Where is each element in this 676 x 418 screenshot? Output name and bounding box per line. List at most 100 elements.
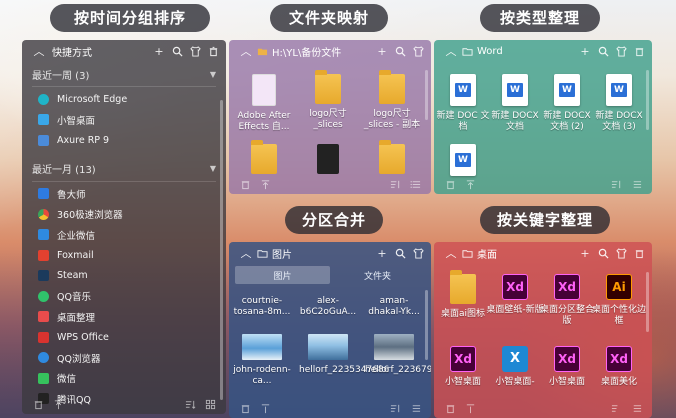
item-label: QQ音乐 [57,292,91,304]
search-icon[interactable] [170,44,184,58]
sort-icon[interactable] [609,177,623,191]
scrollbar[interactable] [425,290,428,360]
pin-icon[interactable] [463,177,477,191]
file-tile[interactable]: X 小智桌面- [486,346,544,388]
pictures-header[interactable]: ︿ 图片 + [229,242,431,264]
list-item[interactable]: 桌面整理 [22,307,226,328]
list-item[interactable]: 小智桌面 [22,110,226,131]
shirt-icon[interactable] [614,246,628,260]
file-tile[interactable]: logo尺寸_slices - 副本 [363,70,421,131]
trash-icon[interactable] [238,177,252,191]
list-view-icon[interactable] [408,177,422,191]
pictures-fence[interactable]: ︿ 图片 + 图片 文件夹 courtnie-tosana-8m... alex… [229,242,431,418]
search-icon[interactable] [393,44,407,58]
desktop-keyword-fence[interactable]: ︿ 桌面 + 桌面ai图标 Xd 桌面壁纸-新版 Xd 桌面分区整合版 Ai 桌面个性… [434,242,652,418]
tab-pictures[interactable]: 图片 [235,266,330,284]
pin-icon[interactable] [463,401,477,415]
image-tile[interactable]: courtnie-tosana-8m... [233,296,291,318]
search-icon[interactable] [596,246,610,260]
file-tile[interactable]: Xd 小智桌面 [538,346,596,388]
list-item[interactable]: 企业微信 [22,225,226,246]
tab-folders[interactable]: 文件夹 [330,266,425,284]
shirt-icon[interactable] [411,246,425,260]
collapse-icon[interactable]: ︿ [32,44,46,58]
list-item[interactable]: WPS Office [22,327,226,348]
file-tile[interactable]: Xd 桌面壁纸-新版 [486,274,544,316]
sort-icon[interactable] [183,397,197,411]
file-tile[interactable]: W 新建 DOC 文档 [434,74,492,133]
grid-view-icon[interactable] [203,397,217,411]
scrollbar[interactable] [425,70,428,120]
list-view-icon[interactable] [408,401,422,415]
folder-map-fence[interactable]: ︿ H:\YL\备份文件 + Adobe After Effects 自... … [229,40,431,194]
list-item[interactable]: 鲁大师 [22,184,226,205]
list-view-icon[interactable] [629,177,643,191]
list-item[interactable]: 360极速浏览器 [22,204,226,225]
word-fence[interactable]: ︿ Word + W 新建 DOC 文档 W 新建 DOCX 文档 W 新建 DOCX… [434,40,652,194]
list-item[interactable]: Microsoft Edge [22,89,226,110]
shortcuts-fence[interactable]: ︿ 快捷方式 + 最近一周 (3) ▼ Microsoft Edge 小智桌面 … [22,40,226,414]
list-item[interactable]: Foxmail [22,245,226,266]
folder-header[interactable]: ︿ H:\YL\备份文件 + [229,40,431,62]
list-view-icon[interactable] [629,401,643,415]
collapse-icon[interactable]: ︿ [239,44,253,58]
trash-icon[interactable] [443,177,457,191]
search-icon[interactable] [596,44,610,58]
item-label: 微信 [57,374,77,386]
list-item[interactable]: 微信 [22,368,226,389]
file-tile[interactable]: 桌面ai图标 [434,270,492,320]
group-header-month[interactable]: 最近一月 (13) ▼ [22,157,226,181]
file-tile[interactable]: Xd 桌面美化 [590,346,648,388]
file-tile[interactable]: Ai 桌面个性化边框 [590,274,648,327]
file-tile[interactable]: logo尺寸_slices [299,70,357,131]
folder-outline-icon [460,44,474,58]
sort-icon[interactable] [388,177,402,191]
image-tile[interactable]: alex-b6C2oGuA... [299,296,357,318]
add-icon[interactable]: + [578,44,592,58]
shirt-icon[interactable] [614,44,628,58]
trash-icon[interactable] [238,401,252,415]
file-tile[interactable]: W 新建 DOCX 文档 (3) [590,74,648,133]
trash-icon[interactable] [632,44,646,58]
shirt-icon[interactable] [188,44,202,58]
image-tile[interactable]: hellorf_2235347686 [299,334,389,376]
trash-icon[interactable] [206,44,220,58]
file-tile[interactable]: W 新建 DOCX 文档 (2) [538,74,596,133]
collapse-icon[interactable]: ︿ [444,246,458,260]
collapse-icon[interactable]: ︿ [239,246,253,260]
pin-icon[interactable] [258,177,272,191]
scrollbar[interactable] [646,70,649,130]
add-icon[interactable]: + [375,246,389,260]
file-tile[interactable]: W 新建 DOCX 文档 [486,74,544,133]
pin-icon[interactable] [258,401,272,415]
desktop-header[interactable]: ︿ 桌面 + [434,242,652,264]
sort-icon[interactable] [609,401,623,415]
add-icon[interactable]: + [375,44,389,58]
scrollbar[interactable] [646,272,649,332]
list-item[interactable]: QQ浏览器 [22,348,226,369]
file-tile[interactable]: Adobe After Effects 自... [235,74,293,133]
trash-icon[interactable] [31,397,45,411]
scrollbar[interactable] [220,100,223,400]
list-item[interactable]: Steam [22,266,226,287]
add-icon[interactable]: + [152,44,166,58]
image-tile[interactable]: john-rodenn-ca... [233,334,291,387]
shirt-icon[interactable] [411,44,425,58]
tile-label: courtnie-tosana-8m... [233,296,291,317]
file-tile[interactable]: Xd 小智桌面 [434,346,492,388]
trash-icon[interactable] [632,246,646,260]
trash-icon[interactable] [443,401,457,415]
add-icon[interactable]: + [578,246,592,260]
list-item[interactable]: Axure RP 9 [22,130,226,151]
pin-icon[interactable] [51,397,65,411]
list-item[interactable]: QQ音乐 [22,286,226,307]
search-icon[interactable] [393,246,407,260]
collapse-icon[interactable]: ︿ [444,44,458,58]
word-header[interactable]: ︿ Word + [434,40,652,62]
shortcuts-header[interactable]: ︿ 快捷方式 + [22,40,226,62]
image-tile[interactable]: hellorf_2236799331 [365,334,431,376]
file-tile[interactable]: Xd 桌面分区整合版 [538,274,596,327]
group-header-week[interactable]: 最近一周 (3) ▼ [22,62,226,86]
image-tile[interactable]: aman-dhakal-Yk... [365,296,423,318]
sort-icon[interactable] [388,401,402,415]
